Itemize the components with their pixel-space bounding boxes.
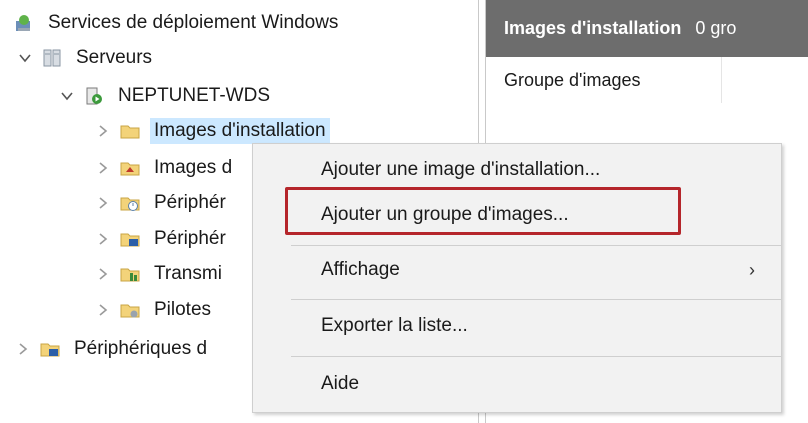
devices-folder-icon — [40, 343, 60, 357]
chevron-right-icon[interactable] — [16, 342, 30, 356]
wds-root-icon — [16, 15, 30, 31]
folder-icon — [120, 125, 140, 139]
tree-servers[interactable]: Serveurs — [18, 41, 156, 75]
tree-item-label: Périphér — [154, 228, 226, 249]
devices-folder-icon — [120, 233, 140, 247]
menu-item-help[interactable]: Aide — [253, 362, 781, 406]
chevron-down-icon[interactable] — [60, 89, 74, 103]
tree-item-label: Images d — [154, 157, 233, 178]
details-count: 0 gro — [695, 18, 737, 38]
pending-devices-icon — [120, 197, 140, 211]
boot-images-folder-icon — [120, 162, 140, 176]
chevron-right-icon[interactable] — [96, 124, 110, 138]
column-headers: Groupe d'images — [486, 57, 808, 103]
drivers-folder-icon — [120, 304, 140, 318]
chevron-down-icon[interactable] — [18, 51, 32, 65]
menu-item-label: Affichage — [321, 259, 400, 280]
details-title: Images d'installation — [504, 18, 682, 38]
menu-item-view[interactable]: Affichage › — [253, 248, 781, 292]
multicast-folder-icon — [120, 268, 140, 282]
context-menu: Ajouter une image d'installation... Ajou… — [252, 143, 782, 413]
servers-icon — [43, 49, 61, 67]
tree-item-label: Images d'installation — [150, 118, 330, 144]
tree-root-devices[interactable]: Périphériques d — [16, 332, 211, 366]
server-icon — [86, 87, 102, 105]
menu-item-label: Aide — [321, 373, 360, 394]
chevron-right-icon[interactable] — [96, 267, 110, 281]
menu-separator — [291, 356, 781, 357]
tree-server-label: NEPTUNET-WDS — [118, 85, 270, 106]
tree-item-drivers[interactable]: Pilotes — [96, 293, 215, 327]
tree-server-node[interactable]: NEPTUNET-WDS — [60, 79, 274, 113]
menu-item-add-install-image[interactable]: Ajouter une image d'installation... — [253, 148, 781, 192]
details-header: Images d'installation 0 gro — [486, 0, 808, 57]
menu-item-label: Ajouter une image d'installation... — [321, 159, 601, 180]
menu-separator — [291, 245, 781, 246]
chevron-right-icon: › — [749, 259, 755, 280]
chevron-right-icon[interactable] — [96, 232, 110, 246]
tree-item-label: Périphér — [154, 192, 226, 213]
chevron-right-icon[interactable] — [96, 161, 110, 175]
tree-root-wds[interactable]: Services de déploiement Windows — [14, 6, 342, 40]
menu-separator — [291, 299, 781, 300]
tree-servers-label: Serveurs — [76, 47, 153, 68]
tree-item-multicast[interactable]: Transmi — [96, 257, 226, 291]
tree-item-devices[interactable]: Périphér — [96, 222, 230, 256]
chevron-right-icon[interactable] — [96, 303, 110, 317]
menu-item-export-list[interactable]: Exporter la liste... — [253, 304, 781, 348]
column-header-label: Groupe d'images — [504, 69, 641, 90]
column-header-image-group[interactable]: Groupe d'images — [486, 57, 722, 103]
menu-item-label: Exporter la liste... — [321, 315, 468, 336]
tree-item-label: Transmi — [154, 263, 222, 284]
tree-item-label: Pilotes — [154, 299, 212, 320]
chevron-right-icon[interactable] — [96, 196, 110, 210]
highlight-box — [285, 187, 681, 235]
tree-item-label: Périphériques d — [74, 338, 208, 359]
tree-item-pending-devices[interactable]: Périphér — [96, 186, 230, 220]
tree-item-boot-images[interactable]: Images d — [96, 151, 236, 185]
tree-root-label: Services de déploiement Windows — [48, 12, 339, 33]
